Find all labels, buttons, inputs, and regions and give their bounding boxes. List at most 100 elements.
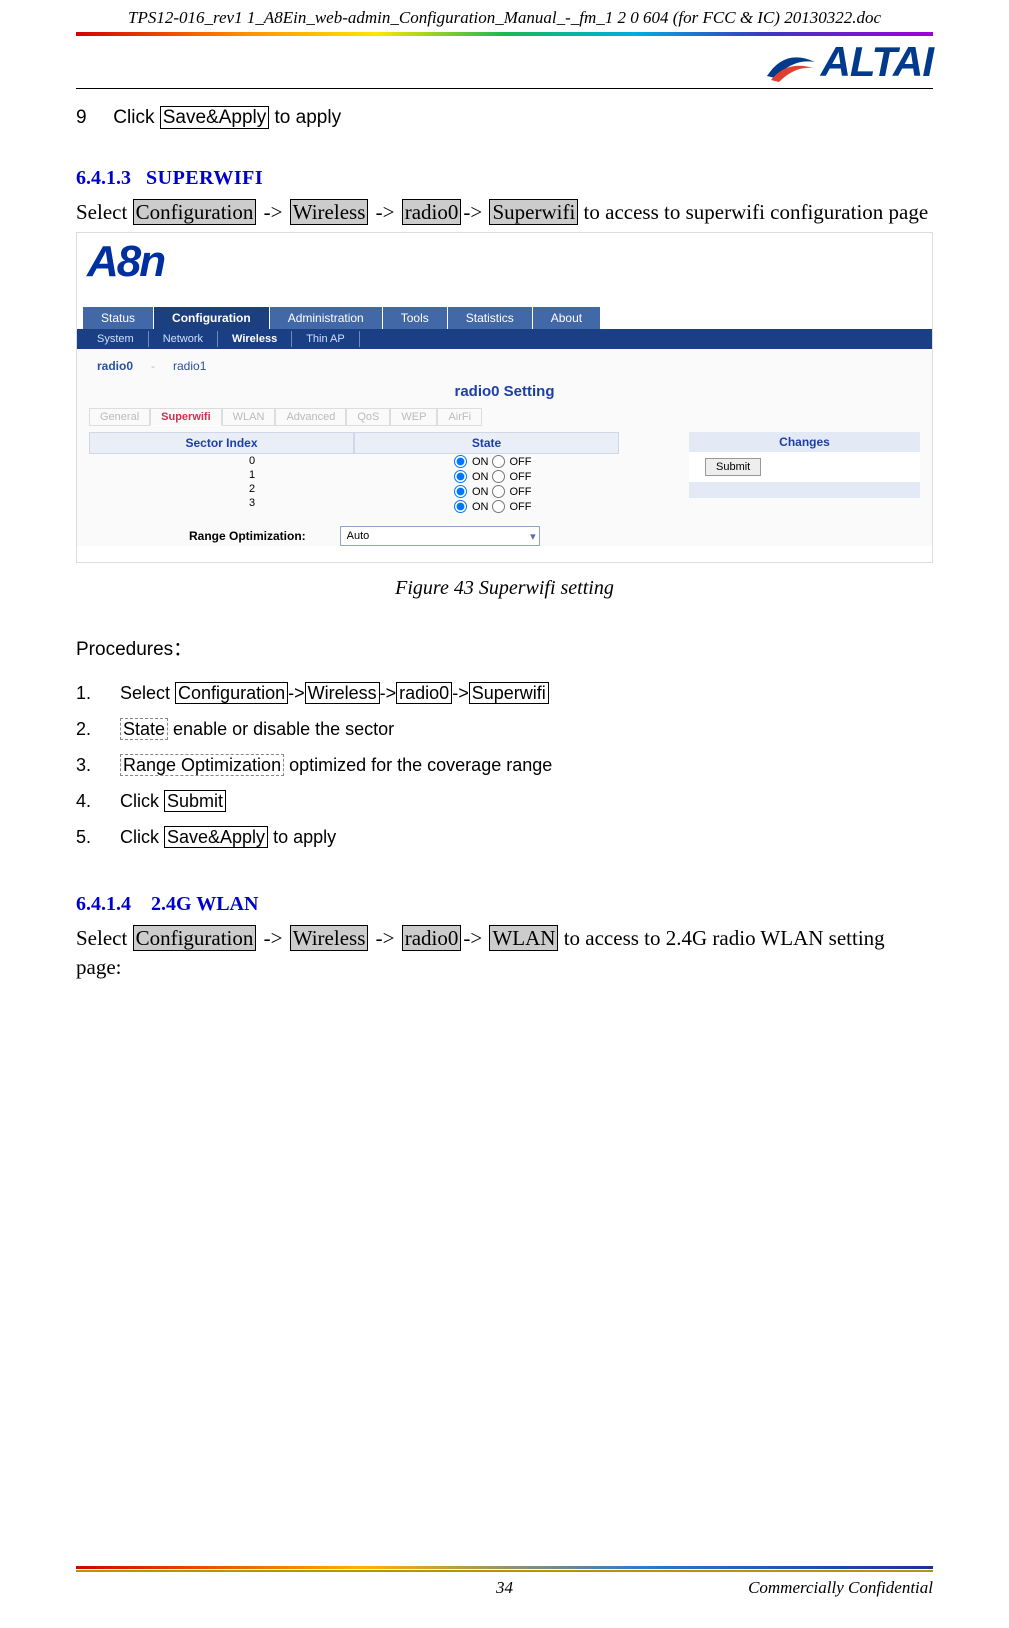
ctab-superwifi[interactable]: Superwifi xyxy=(150,408,222,426)
row-3: 3 xyxy=(89,496,354,510)
tab-administration[interactable]: Administration xyxy=(270,307,383,329)
radio-on-0[interactable] xyxy=(454,455,467,468)
section-6414-heading: 6.4.1.4 2.4G WLAN xyxy=(76,893,933,916)
t: to apply xyxy=(268,827,336,847)
on-label: ON xyxy=(472,456,489,468)
tab-tools[interactable]: Tools xyxy=(383,307,448,329)
ref-superwifi: Superwifi xyxy=(469,682,549,704)
figure-caption: Figure 43 Superwifi setting xyxy=(76,577,933,600)
radio-off-1[interactable] xyxy=(492,470,505,483)
on-label: ON xyxy=(472,501,489,513)
proc-1: 1.Select Configuration->Wireless->radio0… xyxy=(76,675,933,711)
sep: -> xyxy=(380,683,397,703)
state-3: ON OFF xyxy=(354,499,619,514)
idx-3: 3 xyxy=(249,497,289,509)
arrow-icon: -> xyxy=(256,200,289,224)
sector-table-body: 0 1 2 3 ON OFF ON OFF ON OFF ON OFF xyxy=(89,454,619,514)
th-sector-index: Sector Index xyxy=(89,432,354,454)
subtab-system[interactable]: System xyxy=(83,331,149,347)
radio-sep: - xyxy=(151,359,155,373)
radio-off-2[interactable] xyxy=(492,485,505,498)
radio-off-0[interactable] xyxy=(492,455,505,468)
t: Select xyxy=(120,683,175,703)
sub-tabs: System Network Wireless Thin AP xyxy=(77,329,932,349)
row-0: 0 xyxy=(89,454,354,468)
ref-wireless: Wireless xyxy=(305,682,380,704)
section-title: SUPERWIFI xyxy=(146,167,263,189)
step-9: 9 Click Save&Apply to apply xyxy=(76,107,933,129)
lead-text: Select xyxy=(76,200,133,224)
fig-inner: radio0 - radio1 radio0 Setting General S… xyxy=(77,349,932,546)
arrow-icon: -> xyxy=(461,200,489,224)
tab-statistics[interactable]: Statistics xyxy=(448,307,533,329)
t: Click xyxy=(120,827,164,847)
ctab-qos[interactable]: QoS xyxy=(346,408,390,426)
arrow-icon: -> xyxy=(461,926,489,950)
logo-row: ALTAI xyxy=(76,38,933,89)
pnum: 3. xyxy=(76,747,120,783)
submit-button[interactable]: Submit xyxy=(705,458,761,476)
doc-header: TPS12-016_rev1 1_A8Ein_web-admin_Configu… xyxy=(76,0,933,32)
panel-title: radio0 Setting xyxy=(83,381,926,408)
breadcrumb-superwifi: Superwifi xyxy=(489,199,578,225)
radio-on-3[interactable] xyxy=(454,500,467,513)
tab-about[interactable]: About xyxy=(533,307,601,329)
col-index: 0 1 2 3 xyxy=(89,454,354,514)
sector-table-head: Sector Index State xyxy=(89,432,619,454)
main-tabs: Status Configuration Administration Tool… xyxy=(77,307,932,329)
section-6413-lead: Select Configuration -> Wireless -> radi… xyxy=(76,198,933,226)
row-1: 1 xyxy=(89,468,354,482)
subtab-wireless[interactable]: Wireless xyxy=(218,331,292,347)
altai-logo: ALTAI xyxy=(765,38,933,86)
device-logo: A8n xyxy=(77,233,932,307)
step-text-post: to apply xyxy=(269,107,341,128)
breadcrumb-configuration: Configuration xyxy=(133,925,257,951)
logo-text: ALTAI xyxy=(821,38,933,86)
state-2: ON OFF xyxy=(354,484,619,499)
proc-3: 3.Range Optimization optimized for the c… xyxy=(76,747,933,783)
lead-text: Select xyxy=(76,926,133,950)
pnum: 4. xyxy=(76,783,120,819)
t: enable or disable the sector xyxy=(168,719,394,739)
header-gradient xyxy=(76,32,933,36)
range-select[interactable]: Auto ▾ xyxy=(340,526,540,546)
tab-status[interactable]: Status xyxy=(83,307,154,329)
idx-2: 2 xyxy=(249,483,289,495)
off-label: OFF xyxy=(510,471,532,483)
pnum: 1. xyxy=(76,675,120,711)
state-1: ON OFF xyxy=(354,469,619,484)
radio-tab-radio1[interactable]: radio1 xyxy=(173,359,206,373)
footer-gradient xyxy=(76,1566,933,1569)
radio-tab-radio0[interactable]: radio0 xyxy=(97,359,133,373)
off-label: OFF xyxy=(510,456,532,468)
breadcrumb-wireless: Wireless xyxy=(290,925,369,951)
sector-panel: Sector Index State 0 1 2 3 ON OFF ON OFF… xyxy=(89,432,619,546)
off-label: OFF xyxy=(510,486,532,498)
breadcrumb-wireless: Wireless xyxy=(290,199,369,225)
save-apply-button-ref: Save&Apply xyxy=(160,106,270,129)
ctab-wlan[interactable]: WLAN xyxy=(222,408,276,426)
subtab-thinap[interactable]: Thin AP xyxy=(292,331,360,347)
ctab-airfi[interactable]: AirFi xyxy=(437,408,482,426)
page-footer: 34 Commercially Confidential xyxy=(76,1566,933,1598)
radio-on-1[interactable] xyxy=(454,470,467,483)
sep: -> xyxy=(288,683,305,703)
confidential-label: Commercially Confidential xyxy=(748,1578,933,1598)
sep: -> xyxy=(452,683,469,703)
radio-off-3[interactable] xyxy=(492,500,505,513)
range-label: Range Optimization: xyxy=(189,529,306,543)
section-6414-lead: Select Configuration -> Wireless -> radi… xyxy=(76,924,933,981)
footer-row: 34 Commercially Confidential xyxy=(76,1572,933,1598)
ctab-advanced[interactable]: Advanced xyxy=(275,408,346,426)
section-6413-heading: 6.4.1.3 SUPERWIFI xyxy=(76,167,933,190)
page-number: 34 xyxy=(496,1578,513,1598)
idx-0: 0 xyxy=(249,455,289,467)
subtab-network[interactable]: Network xyxy=(149,331,218,347)
ctab-general[interactable]: General xyxy=(89,408,150,426)
breadcrumb-radio0: radio0 xyxy=(402,199,462,225)
tab-configuration[interactable]: Configuration xyxy=(154,307,270,329)
ref-save-apply: Save&Apply xyxy=(164,826,268,848)
pnum: 5. xyxy=(76,819,120,855)
ctab-wep[interactable]: WEP xyxy=(390,408,437,426)
radio-on-2[interactable] xyxy=(454,485,467,498)
